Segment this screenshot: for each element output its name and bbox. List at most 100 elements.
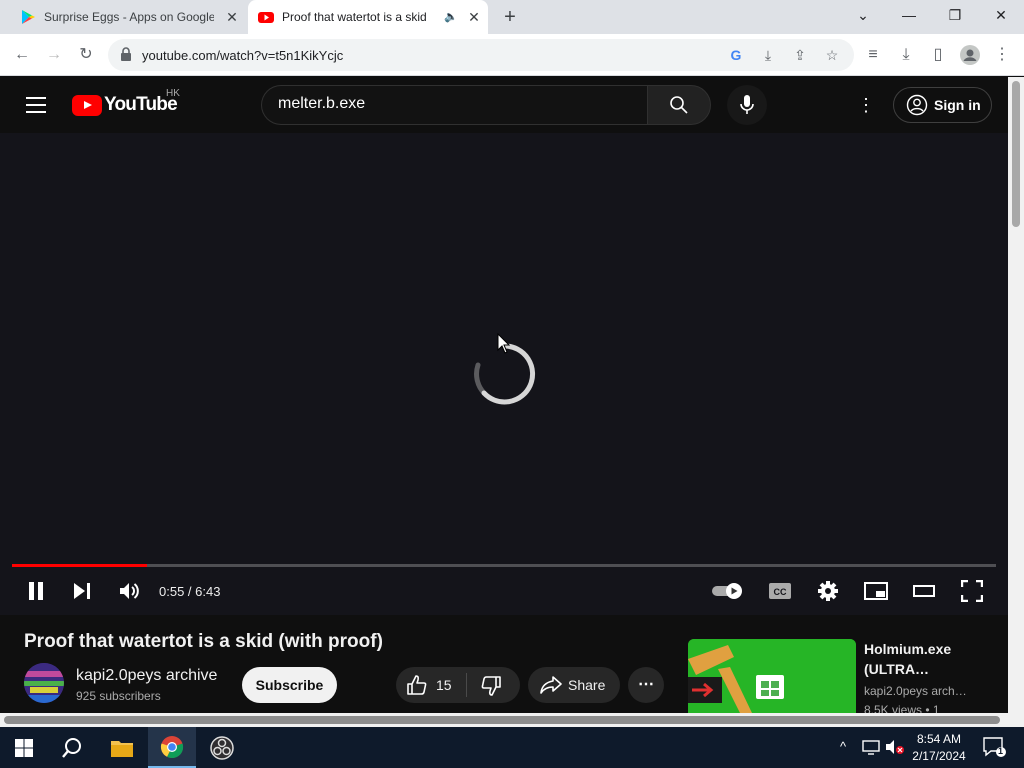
tab-youtube-active[interactable]: Proof that watertot is a skid (with proo… (248, 0, 488, 34)
related-video-channel[interactable]: kapi2.0peys arch… (864, 684, 967, 698)
restore-button[interactable]: ❐ (932, 0, 978, 30)
miniplayer-icon (864, 582, 888, 600)
captions-icon: CC (769, 583, 791, 599)
youtube-logo[interactable]: YouTube HK (72, 88, 180, 116)
search-icon (62, 737, 81, 758)
lock-icon (121, 47, 131, 61)
dislike-button[interactable] (480, 675, 504, 697)
scrollbar-thumb[interactable] (4, 716, 1000, 724)
settings-gear-icon (818, 581, 838, 601)
video-player[interactable]: 0:55 / 6:43 CC (0, 133, 1008, 615)
new-tab-button[interactable]: + (498, 5, 522, 29)
captions-button[interactable]: CC (766, 577, 794, 605)
theater-mode-button[interactable] (910, 577, 938, 605)
share-arrow-icon (540, 676, 562, 694)
settings-kebab-icon[interactable]: ⋮ (856, 93, 876, 117)
search-button[interactable] (647, 85, 711, 125)
share-page-icon[interactable]: ⇪ (790, 45, 810, 65)
tab-title: Proof that watertot is a skid (with proo… (282, 10, 428, 24)
account-icon (906, 94, 928, 116)
channel-avatar[interactable] (24, 663, 64, 703)
share-label: Share (568, 677, 606, 693)
settings-button[interactable] (814, 577, 842, 605)
volume-muted-icon[interactable] (885, 739, 905, 758)
google-lens-icon[interactable]: G (726, 45, 746, 65)
horizontal-scrollbar[interactable] (0, 713, 1024, 727)
vertical-scrollbar[interactable] (1008, 77, 1024, 713)
miniplayer-button[interactable] (862, 577, 890, 605)
close-tab-icon[interactable]: ✕ (466, 9, 482, 25)
search-input[interactable] (278, 95, 628, 113)
youtube-header: YouTube HK ⋮ Sign in (0, 77, 1008, 133)
share-button[interactable]: Share (528, 667, 620, 703)
reading-list-icon[interactable]: ≡ (861, 43, 885, 67)
close-window-button[interactable]: ✕ (978, 0, 1024, 30)
screen: Surprise Eggs - Apps on Google Play ✕ Pr… (0, 0, 1024, 768)
autoplay-icon (712, 583, 742, 599)
bookmark-star-icon[interactable]: ☆ (822, 45, 842, 65)
minimize-button[interactable]: — (886, 0, 932, 30)
close-tab-icon[interactable]: ✕ (224, 9, 240, 25)
chrome-logo-icon (160, 735, 184, 758)
more-actions-button[interactable]: ⋯ (628, 667, 664, 703)
like-count: 15 (436, 677, 452, 693)
windows-start-button[interactable] (0, 727, 48, 768)
file-explorer-button[interactable] (98, 727, 146, 768)
scrollbar-thumb[interactable] (1012, 81, 1020, 227)
notification-count: 1 (998, 746, 1004, 756)
mouse-cursor-icon (497, 333, 511, 354)
clock-date: 2/17/2024 (912, 749, 966, 763)
downloads-icon[interactable]: ⤓ (894, 43, 918, 67)
time-display: 0:55 / 6:43 (159, 584, 221, 599)
url-text[interactable]: youtube.com/watch?v=t5n1KikYcjc (142, 48, 343, 63)
address-bar[interactable]: youtube.com/watch?v=t5n1KikYcjc G ⤓ ⇪ ☆ (108, 39, 854, 71)
sign-in-label: Sign in (934, 97, 981, 113)
fullscreen-button[interactable] (958, 577, 986, 605)
profile-icon[interactable] (958, 43, 982, 67)
related-video-title[interactable]: Holmium.exe (ULTRA… (864, 639, 984, 679)
pause-button[interactable] (22, 577, 50, 605)
fullscreen-icon (961, 580, 983, 602)
voice-search-button[interactable] (727, 85, 767, 125)
like-button[interactable] (406, 674, 430, 696)
channel-name[interactable]: kapi2.0peys archive (76, 667, 217, 685)
next-button[interactable] (68, 577, 96, 605)
autoplay-toggle[interactable] (710, 577, 746, 605)
progress-played (12, 564, 147, 567)
system-clock[interactable]: 8:54 AM 2/17/2024 (908, 731, 970, 765)
tab-title: Surprise Eggs - Apps on Google Play (44, 10, 214, 24)
tab-google-play[interactable]: Surprise Eggs - Apps on Google Play ✕ (12, 0, 246, 34)
volume-button[interactable] (115, 577, 143, 605)
tab-search-icon[interactable]: ⌄ (840, 0, 886, 30)
sign-in-button[interactable]: Sign in (893, 87, 992, 123)
windows-logo-icon (15, 738, 33, 757)
forward-button[interactable]: → (42, 43, 66, 67)
obs-taskbar-button[interactable] (198, 727, 246, 768)
taskbar-search-button[interactable] (48, 727, 96, 768)
thumbs-up-icon (407, 675, 427, 695)
tab-strip: Surprise Eggs - Apps on Google Play ✕ Pr… (0, 0, 1024, 34)
related-video-thumbnail[interactable] (688, 639, 856, 713)
back-button[interactable]: ← (10, 43, 34, 67)
next-icon (74, 583, 90, 599)
audio-playing-icon[interactable]: 🔈 (444, 10, 458, 23)
install-app-icon[interactable]: ⤓ (758, 45, 778, 65)
search-box[interactable] (261, 85, 648, 125)
show-hidden-icons[interactable]: ^ (840, 739, 846, 754)
network-icon[interactable] (862, 739, 880, 758)
svg-text:CC: CC (774, 587, 787, 597)
windows-taskbar: ^ 8:54 AM 2/17/2024 1 (0, 727, 1024, 768)
chrome-taskbar-button[interactable] (148, 727, 196, 768)
region-code: HK (166, 88, 180, 99)
volume-icon (120, 583, 139, 599)
youtube-favicon-icon (258, 12, 274, 23)
side-panel-icon[interactable]: ▯ (926, 43, 950, 67)
notification-center-button[interactable]: 1 (982, 736, 1006, 761)
guide-menu-icon[interactable] (26, 97, 46, 113)
like-divider (466, 673, 467, 697)
reload-button[interactable]: ↻ (74, 43, 98, 67)
chrome-menu-icon[interactable]: ⋮ (990, 43, 1014, 67)
progress-bar[interactable] (12, 564, 996, 567)
subscribe-button[interactable]: Subscribe (242, 667, 337, 703)
thumbs-down-icon (481, 676, 501, 696)
